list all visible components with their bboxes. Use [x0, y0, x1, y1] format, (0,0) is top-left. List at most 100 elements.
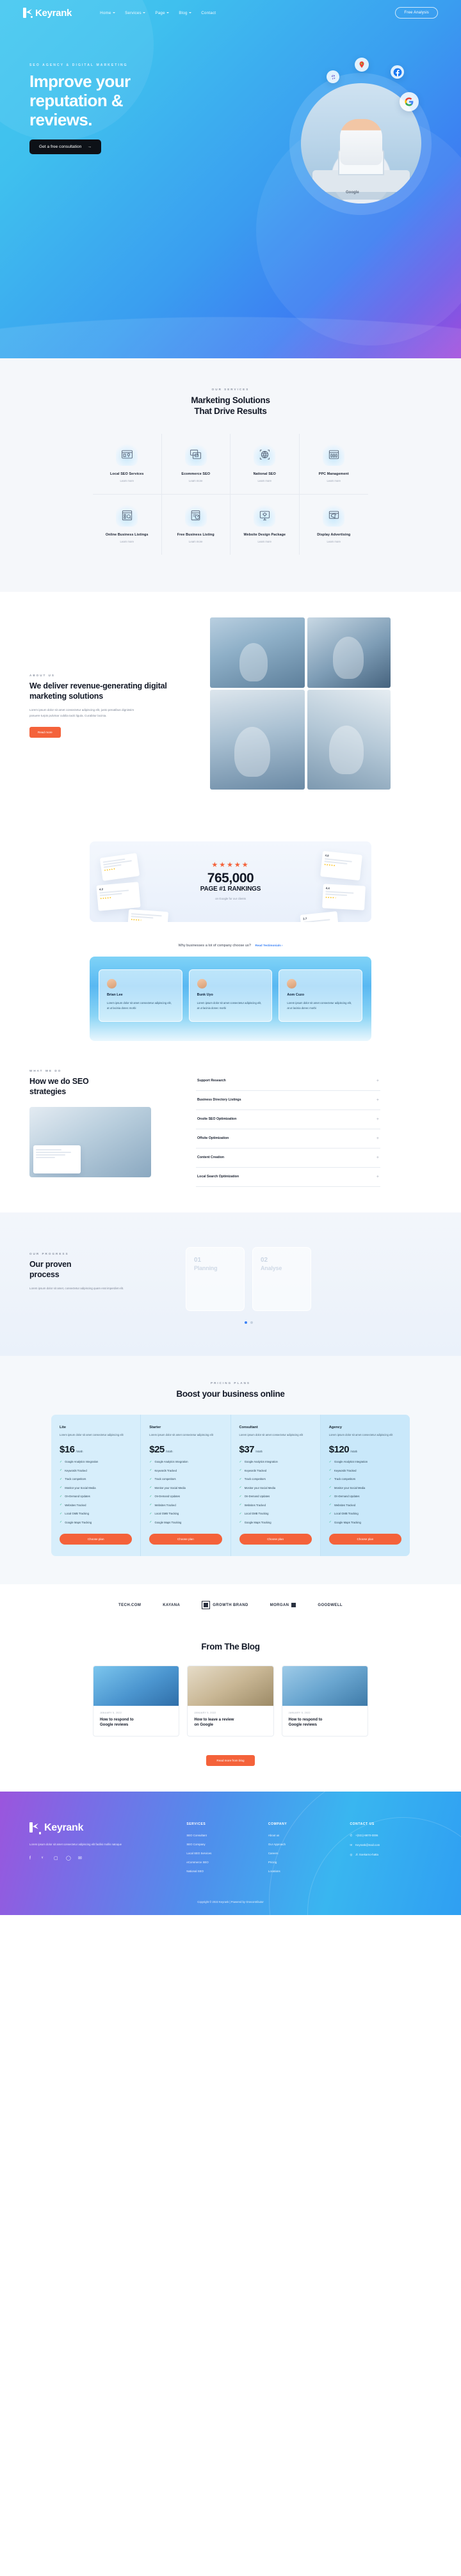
hero-title-line-3: reviews. — [29, 110, 92, 130]
service-learn-more[interactable]: Learn more — [167, 479, 225, 482]
accordion-item-support-research[interactable]: Support Research + — [196, 1072, 380, 1091]
service-card-ppc-management[interactable]: PPC Management Learn more — [299, 434, 368, 495]
service-card-national-seo[interactable]: National SEO Learn more — [230, 433, 300, 495]
client-logo-goodwell: GOODWELL — [318, 1603, 343, 1607]
service-card-ecommerce-seo[interactable]: Ecommerce SEO Learn more — [161, 433, 230, 495]
client-logo-techcom: TECH.COM — [118, 1603, 142, 1607]
testimonial-card-1[interactable]: Brian Lee Lorem ipsum dolor sit amet con… — [99, 969, 182, 1022]
blog-title-line-1: How to respond to — [100, 1717, 134, 1722]
footer-social-links: f ᵛ ▢ ◯ ✉ — [29, 1856, 186, 1861]
service-learn-more[interactable]: Learn more — [236, 540, 294, 543]
read-testimonials-link[interactable]: Read Testimonials › — [255, 944, 283, 947]
blog-card-3[interactable]: JANUARY 5, 2022 How to respond to Google… — [281, 1665, 368, 1737]
plan-description: Lorem ipsum dolor sit amet consectetur a… — [149, 1433, 213, 1436]
whatsapp-icon[interactable]: ◯ — [66, 1856, 71, 1861]
plan-feature: ✓ Websites Tracked — [60, 1503, 132, 1507]
blog-card-2[interactable]: JANUARY 5, 2022 How to leave a review on… — [187, 1665, 274, 1737]
check-icon: ✓ — [60, 1459, 63, 1464]
plan-feature: ✓ Keywords Tracked — [239, 1468, 312, 1472]
plan-name: Agency — [328, 1425, 342, 1429]
plan-feature: ✓ Google Analytics Integration — [149, 1460, 222, 1464]
service-name: PPC Management — [318, 472, 349, 476]
plan-name: Starter — [149, 1425, 161, 1429]
plan-feature: ✓ Track competitors — [329, 1477, 401, 1481]
shop-window-icon — [184, 443, 207, 466]
facebook-icon[interactable]: f — [29, 1856, 35, 1861]
footer-link-ecommerce-seo[interactable]: eCommerce SEO — [186, 1861, 268, 1864]
service-learn-more[interactable]: Learn more — [167, 540, 225, 543]
service-name: Website Design Package — [243, 532, 286, 537]
check-icon: ✓ — [328, 1486, 332, 1490]
service-learn-more[interactable]: Learn more — [305, 540, 364, 543]
facebook-icon — [391, 65, 404, 79]
plan-feature: ✓ Track competitors — [60, 1477, 132, 1481]
service-learn-more[interactable]: Learn more — [305, 479, 364, 482]
service-card-local-seo[interactable]: Local SEO Services Learn more — [93, 433, 162, 495]
plan-price: $16/ Month — [60, 1444, 132, 1455]
accordion-item-offsite-optimization[interactable]: Offsite Optimization + — [196, 1129, 380, 1149]
accordion-item-local-search-optimization[interactable]: Local Search Optimization + — [196, 1168, 380, 1187]
blog-card-1[interactable]: JANUARY 5, 2022 How to respond to Google… — [93, 1665, 180, 1737]
services-title-line-1: Marketing Solutions — [191, 395, 270, 405]
blog-card-body: JANUARY 5, 2022 How to leave a review on… — [188, 1706, 273, 1736]
testimonial-card-3[interactable]: Aom Cuzo Lorem ipsum dolor sit amet cons… — [279, 969, 363, 1022]
service-learn-more[interactable]: Learn more — [98, 540, 156, 543]
about-read-more-button[interactable]: Read more — [29, 727, 61, 738]
blog-read-more-button[interactable]: Read more from blog — [206, 1754, 255, 1766]
mail-icon[interactable]: ✉ — [78, 1856, 83, 1861]
choose-plan-button[interactable]: Choose plan — [239, 1534, 312, 1545]
nav-item-services[interactable]: Services — [125, 10, 146, 15]
testimonial-card-2[interactable]: Bunk Uyo Lorem ipsum dolor sit amet cons… — [188, 969, 273, 1022]
plan-feature: ✓ Local GMB Tracking — [329, 1512, 401, 1516]
accordion-item-onsite-seo-optimization[interactable]: Onsite SEO Optimization + — [196, 1110, 380, 1129]
nav-item-page[interactable]: Page — [155, 11, 170, 15]
plus-icon: + — [376, 1136, 379, 1141]
service-card-website-design-package[interactable]: Website Design Package Learn more — [230, 494, 300, 555]
service-card-online-business-listings[interactable]: Online Business Listings Learn more — [93, 494, 162, 555]
choose-plan-button[interactable]: Choose plan — [149, 1534, 222, 1545]
footer-link-local-seo-services[interactable]: Local SEO Services — [186, 1852, 268, 1855]
process-card-planning[interactable]: 01 Planning — [186, 1246, 245, 1311]
instagram-icon[interactable]: ▢ — [54, 1856, 59, 1861]
get-consultation-button[interactable]: Get a free consultation → — [29, 139, 101, 155]
plan-feature: ✓ Monitor your Social Media — [329, 1486, 401, 1490]
blog-title-line-1: How to leave a review — [194, 1717, 234, 1722]
logo[interactable]: Keyrank — [23, 8, 72, 19]
nav-item-blog[interactable]: Blog — [179, 11, 192, 15]
nav-label: Services — [125, 10, 142, 15]
plan-feature: ✓ Google Analytics Integration — [329, 1460, 401, 1464]
carousel-dot[interactable] — [250, 1321, 253, 1324]
footer-link-seo-consultant[interactable]: SEO Consultant — [186, 1834, 268, 1837]
footer-brand: Keyrank Lorem ipsum dolor sit amet conse… — [29, 1822, 186, 1879]
footer-link-seo-company[interactable]: SEO Company — [186, 1843, 268, 1846]
nav-item-home[interactable]: Home — [100, 11, 116, 15]
nav-item-contact[interactable]: Contact — [201, 11, 216, 15]
accordion-item-content-creation[interactable]: Content Creation + — [196, 1149, 380, 1168]
twitter-icon[interactable]: ᵛ — [42, 1856, 47, 1861]
free-analysis-button[interactable]: Free Analysis — [395, 7, 438, 19]
footer-link-national-seo[interactable]: National SEO — [186, 1870, 268, 1873]
blog-meta: JANUARY 5, 2022 — [100, 1711, 122, 1714]
process-card-analyse[interactable]: 02 Analyse — [252, 1246, 311, 1311]
accordion-item-business-directory-listings[interactable]: Business Directory Listings + — [196, 1091, 380, 1110]
testimonial-name: Brian Lee — [107, 992, 123, 997]
plan-price-period: / Month — [165, 1450, 173, 1454]
plan-feature-label: Keywords Tracked — [65, 1468, 87, 1472]
plan-description: Lorem ipsum dolor sit amet consectetur a… — [328, 1433, 393, 1436]
check-icon: ✓ — [60, 1503, 63, 1507]
plan-feature-label: Track competitors — [65, 1477, 86, 1481]
choose-plan-button[interactable]: Choose plan — [328, 1534, 401, 1545]
service-learn-more[interactable]: Learn more — [98, 479, 156, 482]
choose-plan-button[interactable]: Choose plan — [60, 1534, 133, 1545]
why-section: Why businesses a lot of company choose u… — [0, 938, 461, 1041]
service-learn-more[interactable]: Learn more — [236, 479, 294, 482]
hero-title: Improve your reputation & reviews. — [29, 72, 211, 129]
avatar — [287, 978, 297, 989]
service-card-display-advertising[interactable]: Display Advertising Learn more — [300, 495, 369, 555]
carousel-dot-active[interactable] — [244, 1321, 247, 1324]
service-card-free-business-listing[interactable]: Free Business Listing Learn more — [162, 494, 230, 555]
blog-section: From The Blog JANUARY 5, 2022 How to res… — [0, 1626, 461, 1792]
review-card: ★★★★☆ — [127, 909, 169, 922]
footer-logo[interactable]: Keyrank — [29, 1822, 186, 1834]
plan-name: Consultant — [239, 1425, 258, 1429]
